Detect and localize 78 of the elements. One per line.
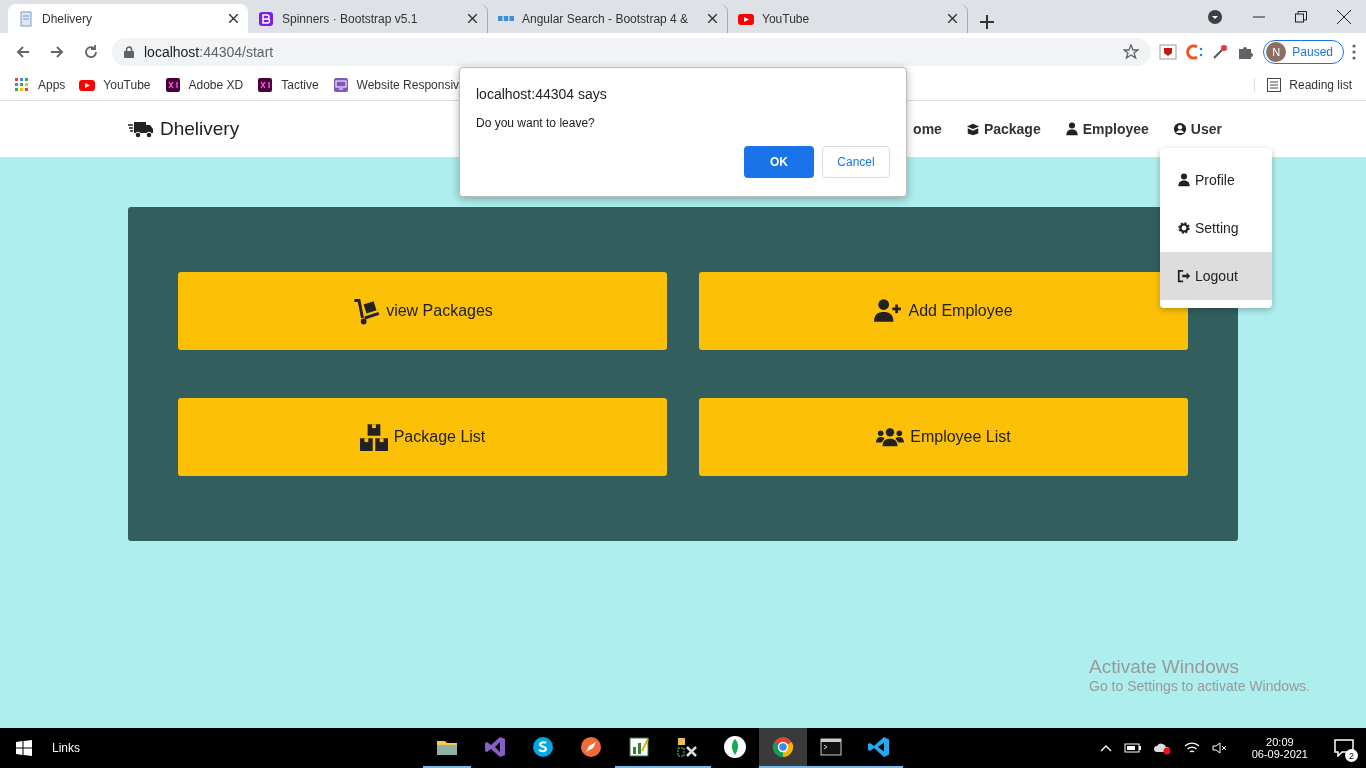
dialog-message: Do you want to leave? (476, 116, 596, 130)
bookmark-star-icon[interactable] (1123, 43, 1140, 60)
person-icon (1064, 122, 1079, 136)
nav-link[interactable]: ome (913, 121, 942, 137)
cloud-error-icon[interactable] (1153, 741, 1172, 755)
xd-logo-icon (164, 77, 181, 93)
chevron-up-icon[interactable] (1099, 744, 1112, 752)
chrome-logo-icon (771, 735, 795, 759)
xd-logo-icon (257, 77, 274, 93)
browser-tab[interactable]: Dhelivery (8, 4, 248, 33)
menu-item[interactable]: Setting (1160, 204, 1272, 252)
settings-icon (1177, 221, 1191, 235)
wifi-icon[interactable] (1183, 741, 1200, 755)
dashboard-button[interactable]: Employee List (699, 398, 1188, 476)
logout-icon (1177, 269, 1191, 283)
menu-item[interactable]: Profile (1160, 156, 1272, 204)
tools-icon (675, 735, 699, 759)
chart-icon (627, 735, 651, 759)
menu-item[interactable]: Logout (1160, 252, 1272, 300)
dashboard-button[interactable]: Add Employee (699, 272, 1188, 350)
more-icon[interactable] (1352, 43, 1356, 60)
terminal-icon (819, 735, 843, 759)
skype-logo-icon (531, 735, 555, 759)
lock-icon (124, 45, 134, 58)
url-text: localhost:44304/start (144, 43, 274, 60)
nav-link[interactable]: User (1172, 121, 1222, 137)
close-icon[interactable] (948, 14, 957, 23)
address-bar[interactable]: localhost:44304/start (112, 37, 1152, 66)
close-icon[interactable] (708, 14, 717, 23)
shield-icon[interactable] (1159, 42, 1178, 61)
apps-grid-icon (14, 77, 30, 93)
battery-icon[interactable] (1123, 742, 1142, 754)
leaf-icon (723, 735, 747, 759)
page-icon (18, 10, 34, 27)
hand-truck-icon (352, 297, 381, 325)
person-icon (1177, 173, 1191, 187)
dialog-title: localhost:44304 says (476, 86, 608, 102)
activation-message: Go to Settings to activate Windows. (1089, 678, 1310, 694)
list-icon (1267, 78, 1282, 92)
blocks-icon (498, 16, 514, 21)
nav-link[interactable]: Employee (1064, 121, 1149, 137)
tab-search-icon[interactable] (1207, 8, 1223, 25)
bookmark[interactable]: Tactive (257, 77, 319, 93)
close-icon[interactable] (229, 14, 238, 23)
user-icon (1172, 122, 1187, 136)
play-icon (79, 77, 96, 93)
bookmark[interactable]: Adobe XD (164, 77, 244, 93)
c-logo-icon[interactable] (1185, 42, 1204, 61)
restore-icon[interactable] (1295, 10, 1307, 23)
dashboard-button[interactable]: Package List (178, 398, 667, 476)
bookmark[interactable]: YouTube (79, 77, 151, 93)
ok-button[interactable]: OK (744, 146, 814, 178)
nav-link[interactable]: Package (965, 121, 1041, 137)
boxes-icon (359, 423, 388, 451)
notification-button[interactable]: 2 (1332, 736, 1356, 760)
bookmark[interactable]: Website Responsiv (332, 77, 460, 93)
brand-name[interactable]: Dhelivery (160, 118, 240, 140)
monitor-icon (332, 77, 349, 93)
close-icon[interactable] (1337, 9, 1351, 24)
reading-list-button[interactable]: Reading list (1254, 78, 1352, 92)
clock[interactable]: 20:09 06-09-2021 (1251, 736, 1308, 760)
taskbar-app[interactable] (759, 728, 807, 768)
compass-icon (579, 735, 603, 759)
new-tab-icon[interactable] (980, 15, 994, 29)
b-logo-icon (258, 10, 274, 27)
close-icon[interactable] (468, 14, 477, 23)
windows-start-icon[interactable] (16, 740, 32, 756)
cancel-button[interactable]: Cancel (822, 146, 890, 178)
add-user-icon (874, 297, 903, 325)
dashboard-button[interactable]: view Packages (178, 272, 667, 350)
vs-logo-icon (483, 735, 507, 759)
muted-speaker-icon[interactable] (1211, 741, 1228, 755)
vscode-logo-icon (867, 735, 891, 759)
activation-title: Activate Windows (1089, 656, 1240, 678)
eyedropper-icon[interactable] (1211, 42, 1230, 61)
bookmark[interactable]: Apps (14, 77, 66, 93)
box-icon (965, 122, 980, 136)
links-toolbar-label[interactable]: Links (52, 741, 80, 755)
